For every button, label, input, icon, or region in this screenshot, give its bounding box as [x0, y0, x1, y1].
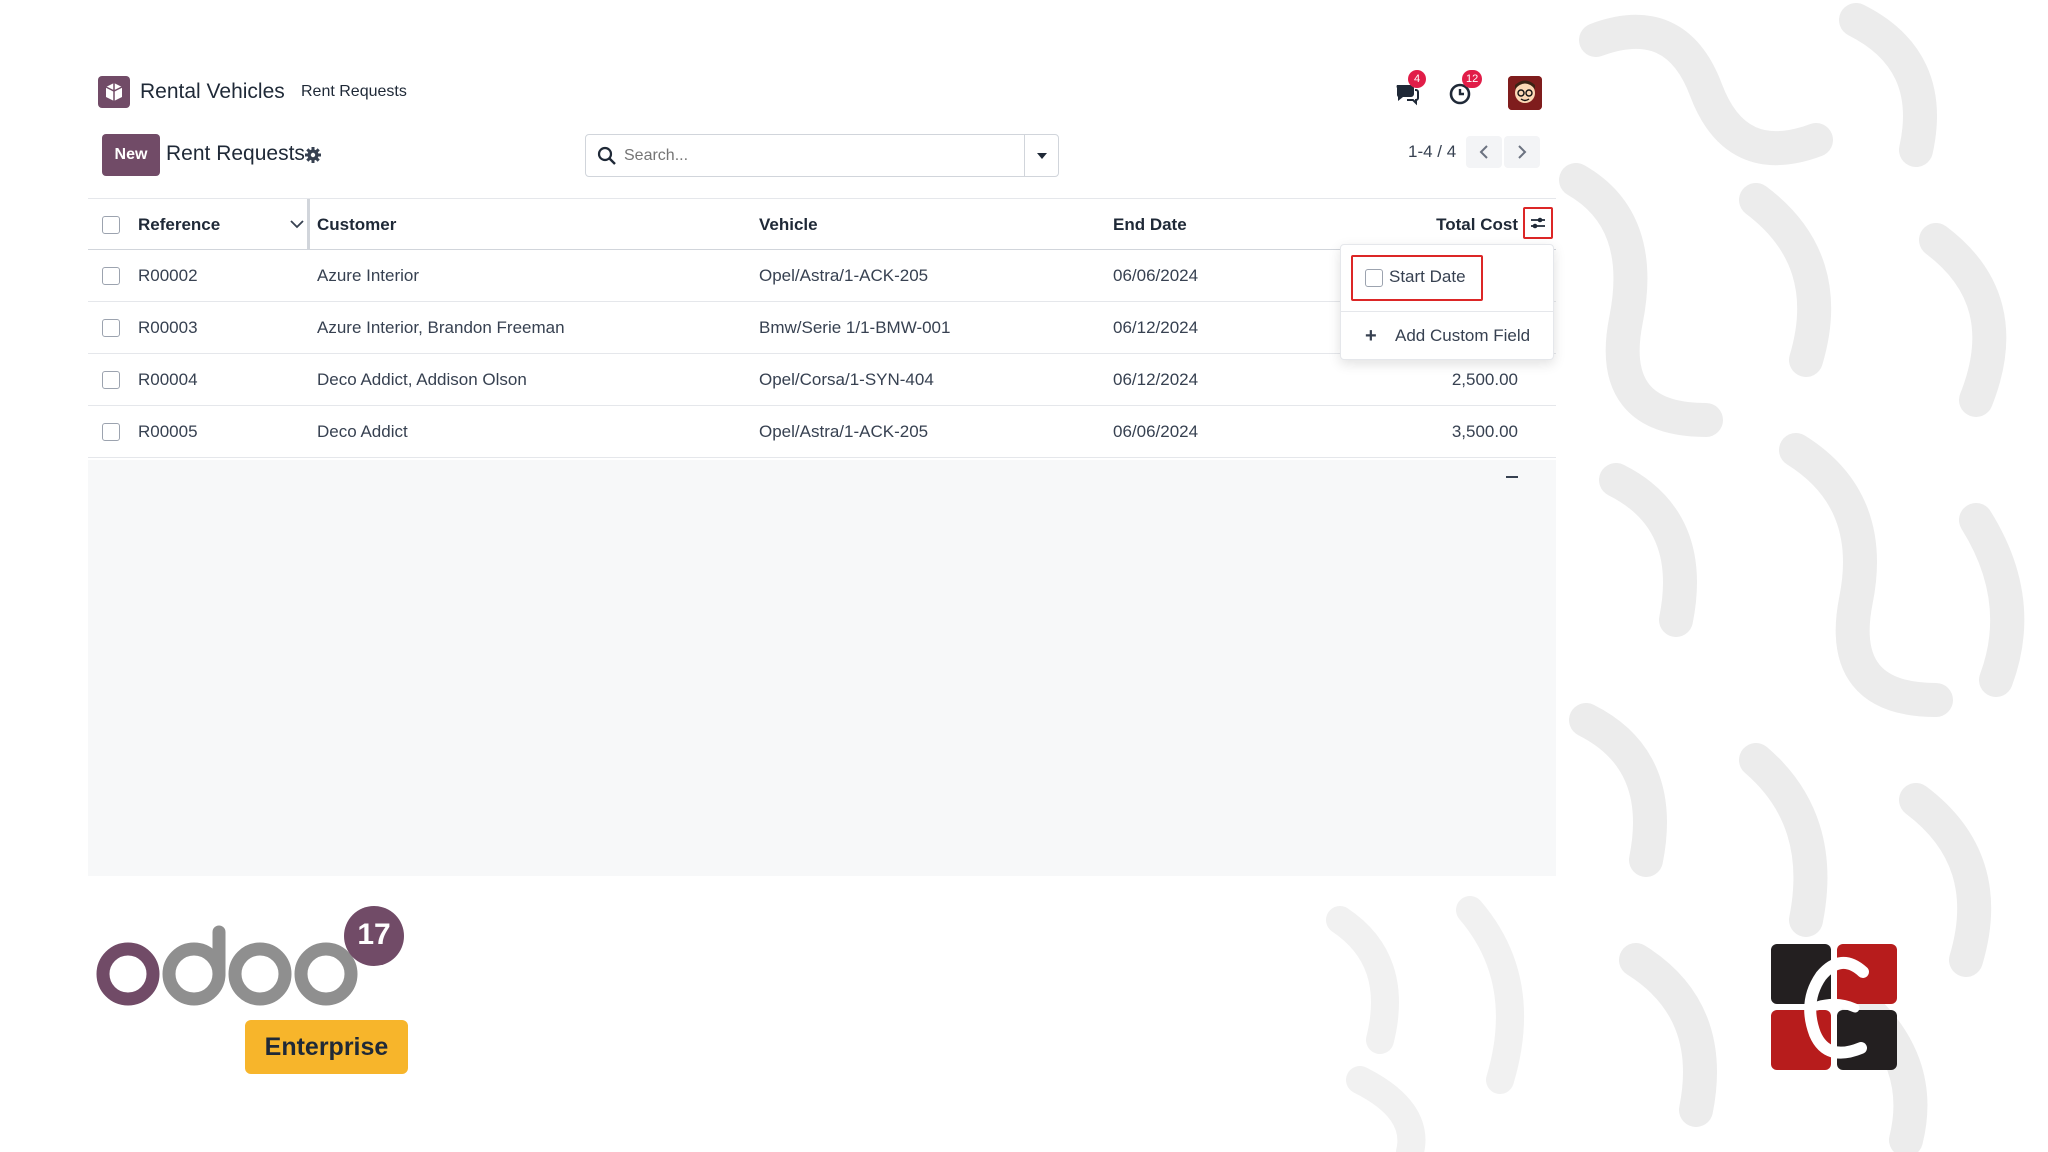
select-all-checkbox[interactable] — [102, 216, 120, 234]
row-checkbox[interactable] — [102, 371, 120, 389]
cell-customer: Deco Addict, Addison Olson — [317, 370, 527, 389]
background-pattern — [1326, 896, 1524, 1152]
cell-vehicle: Opel/Astra/1-ACK-205 — [759, 422, 929, 441]
cell-end-date: 06/12/2024 — [1113, 318, 1199, 337]
column-header-vehicle[interactable]: Vehicle — [759, 215, 818, 235]
table-row[interactable]: R00003 Azure Interior, Brandon Freeman B… — [88, 302, 1556, 354]
menu-rent-requests[interactable]: Rent Requests — [301, 83, 407, 101]
column-header-total-cost[interactable]: Total Cost — [1338, 215, 1518, 235]
user-avatar[interactable] — [1508, 76, 1542, 110]
messages-badge: 4 — [1408, 70, 1426, 88]
list-table: Reference Customer Vehicle End Date Tota… — [88, 198, 1556, 458]
column-header-reference[interactable]: Reference — [138, 215, 220, 235]
cell-customer: Azure Interior — [317, 266, 420, 285]
activities-badge: 12 — [1462, 70, 1483, 88]
table-header: Reference Customer Vehicle End Date Tota… — [88, 198, 1556, 250]
cell-customer: Deco Addict — [317, 422, 408, 441]
search-bar — [585, 134, 1059, 177]
cell-vehicle: Opel/Corsa/1-SYN-404 — [759, 370, 934, 389]
chevron-left-icon — [1479, 145, 1488, 159]
pager-next-button[interactable] — [1504, 136, 1540, 168]
cell-reference: R00003 — [138, 318, 198, 337]
row-checkbox[interactable] — [102, 319, 120, 337]
table-row[interactable]: R00002 Azure Interior Opel/Astra/1-ACK-2… — [88, 250, 1556, 302]
version-badge: 17 — [357, 918, 391, 951]
pager-value[interactable]: 1-4 / 4 — [1408, 142, 1456, 162]
start-date-checkbox[interactable] — [1365, 269, 1383, 287]
caret-down-icon — [1036, 152, 1047, 159]
rental-app-icon[interactable] — [98, 76, 130, 108]
cell-end-date: 06/06/2024 — [1113, 422, 1199, 441]
search-options-toggle[interactable] — [1024, 135, 1058, 176]
activities-button[interactable]: 12 — [1448, 70, 1483, 110]
optional-columns-toggle[interactable] — [1523, 207, 1553, 239]
add-custom-field-button[interactable]: Add Custom Field — [1395, 326, 1530, 346]
cell-end-date: 06/06/2024 — [1113, 266, 1199, 285]
search-input[interactable] — [624, 146, 1004, 165]
optional-columns-dropdown: Start Date + Add Custom Field — [1340, 244, 1554, 360]
table-row[interactable]: R00005 Deco Addict Opel/Astra/1-ACK-205 … — [88, 406, 1556, 458]
cell-reference: R00005 — [138, 422, 198, 441]
search-icon — [597, 146, 616, 165]
column-resize-handle[interactable] — [307, 199, 310, 249]
total-cost-aggregate-dash — [1506, 476, 1518, 478]
page-title: Rent Requests — [166, 142, 305, 165]
column-header-end-date[interactable]: End Date — [1113, 215, 1187, 235]
cell-vehicle: Bmw/Serie 1/1-BMW-001 — [759, 318, 951, 337]
table-row[interactable]: R00004 Deco Addict, Addison Olson Opel/C… — [88, 354, 1556, 406]
cell-reference: R00002 — [138, 266, 198, 285]
dropdown-divider — [1341, 311, 1553, 312]
pager-previous-button[interactable] — [1466, 136, 1502, 168]
start-date-option[interactable]: Start Date — [1389, 267, 1466, 287]
chevron-down-icon[interactable] — [290, 219, 304, 229]
cell-vehicle: Opel/Astra/1-ACK-205 — [759, 266, 929, 285]
app-window: Rental Vehicles Rent Requests 4 12 New R… — [88, 66, 1556, 876]
new-button[interactable]: New — [102, 134, 160, 176]
row-checkbox[interactable] — [102, 267, 120, 285]
cell-customer: Azure Interior, Brandon Freeman — [317, 318, 565, 337]
list-empty-area — [88, 460, 1556, 876]
plus-icon: + — [1365, 325, 1377, 347]
top-navbar: Rental Vehicles Rent Requests 4 12 — [88, 66, 1556, 122]
cell-total-cost: 3,500.00 — [1451, 422, 1518, 441]
sliders-icon — [1531, 217, 1545, 229]
chevron-right-icon — [1518, 145, 1527, 159]
cell-reference: R00004 — [138, 370, 198, 389]
messages-button[interactable]: 4 — [1394, 70, 1426, 110]
cell-end-date: 06/12/2024 — [1113, 370, 1199, 389]
enterprise-badge: Enterprise — [245, 1020, 408, 1074]
column-header-customer[interactable]: Customer — [317, 215, 396, 235]
gear-icon[interactable] — [304, 146, 322, 164]
cell-total-cost: 2,500.00 — [1451, 370, 1518, 389]
app-name[interactable]: Rental Vehicles — [140, 80, 285, 104]
company-logo — [1771, 944, 1897, 1070]
row-checkbox[interactable] — [102, 423, 120, 441]
